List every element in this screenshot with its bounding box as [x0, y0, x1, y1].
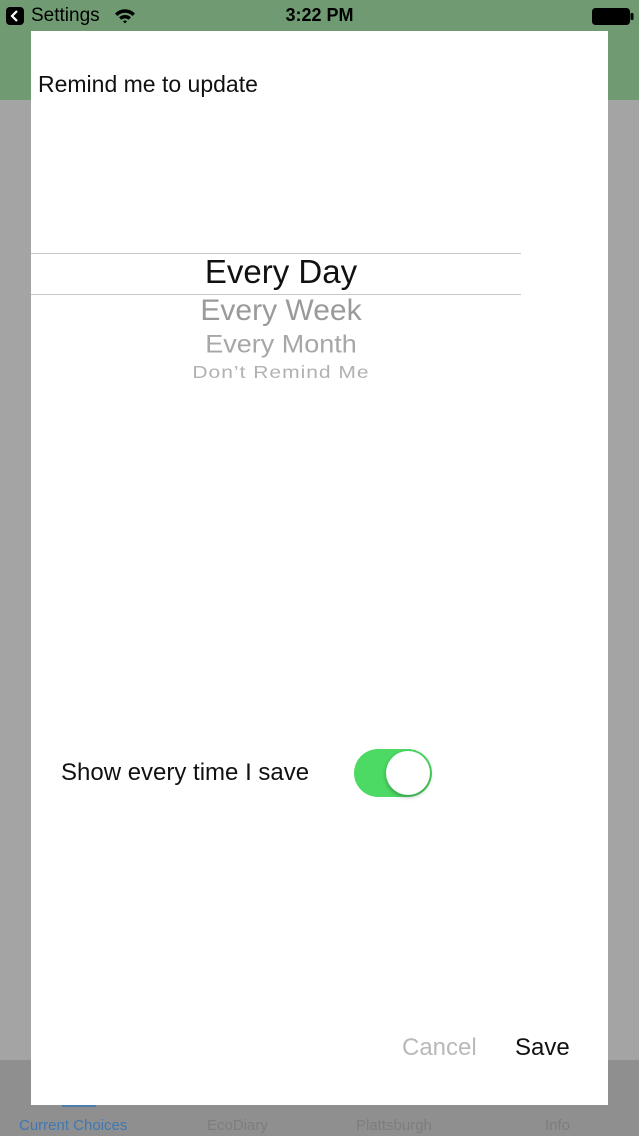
picker-option-dont-remind[interactable]: Don’t Remind Me [31, 363, 531, 383]
battery-icon [592, 8, 634, 30]
picker-option-every-day[interactable]: Every Day [31, 253, 531, 291]
reminder-modal: Remind me to update Every Day Every Week… [31, 31, 608, 1105]
picker-option-every-week[interactable]: Every Week [31, 294, 531, 328]
tab-ecodiary: EcoDiary [207, 1117, 268, 1134]
tab-info: Info [545, 1117, 571, 1134]
toggle-knob [386, 751, 430, 795]
tab-plattsburgh: Plattsburgh [356, 1117, 432, 1134]
show-every-save-toggle[interactable] [354, 749, 432, 797]
status-time: 3:22 PM [285, 5, 354, 25]
show-every-save-label: Show every time I save [61, 759, 310, 786]
status-bar: Settings 3:22 PM [0, 0, 639, 32]
save-button[interactable]: Save [515, 1034, 570, 1062]
cancel-button[interactable]: Cancel [402, 1034, 477, 1062]
tab-current-choices: Current Choices [19, 1117, 128, 1134]
picker-option-every-month[interactable]: Every Month [31, 330, 531, 359]
modal-title: Remind me to update [38, 71, 258, 97]
reminder-frequency-picker[interactable]: Every Day Every Week Every Month Don’t R… [31, 231, 521, 401]
